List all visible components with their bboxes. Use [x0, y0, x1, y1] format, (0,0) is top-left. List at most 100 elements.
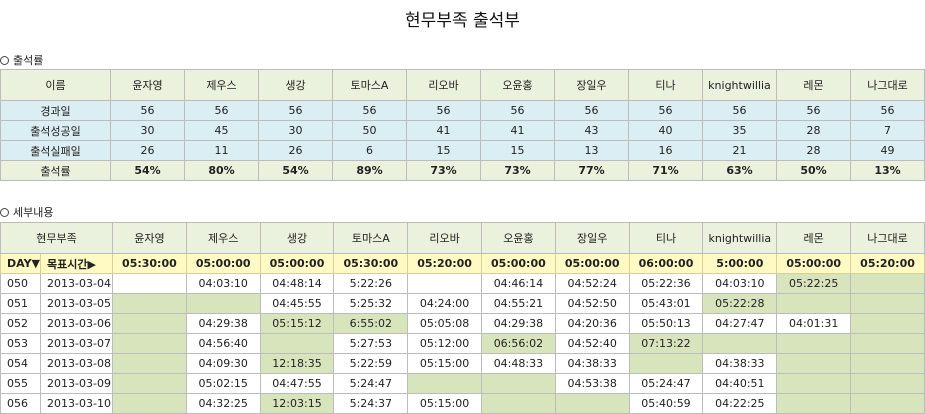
target-time-cell: 5:00:00 — [702, 253, 778, 274]
summary-row-label: 출석성공일 — [0, 120, 111, 141]
check-in-time-cell: 04:29:38 — [481, 313, 556, 334]
check-in-time-cell — [407, 373, 482, 394]
date-cell: 2013-03-08 — [40, 353, 114, 374]
check-in-time-cell — [850, 293, 925, 314]
check-in-time-cell: 04:03:10 — [702, 273, 778, 294]
summary-row: 출석성공일 30 45 30 50 41 41 43 40 35 28 7 — [0, 120, 925, 141]
summary-cell: 56 — [776, 100, 851, 121]
summary-cell: 73% — [406, 160, 481, 181]
target-time-cell: 05:00:00 — [554, 253, 630, 274]
check-in-time-cell — [850, 373, 925, 394]
detail-row: 052 2013-03-06 04:29:38 05:15:12 6:55:02 05:0… — [0, 313, 925, 334]
summary-cell: 13% — [850, 160, 925, 181]
summary-row: 출석률 54% 80% 54% 89% 73% 73% 77% 71% 63% 50% 13% — [0, 160, 925, 181]
check-in-time-cell: 04:09:30 — [185, 353, 261, 374]
check-in-time-cell: 04:01:31 — [776, 313, 852, 334]
check-in-time-cell: 04:53:38 — [554, 373, 630, 394]
check-in-time-cell: 07:13:22 — [628, 333, 704, 354]
check-in-time-cell: 04:47:55 — [259, 373, 335, 394]
check-in-time-cell: 5:22:26 — [333, 273, 409, 294]
target-time-cell: 05:30:00 — [112, 253, 187, 274]
member-name-header: 리오바 — [407, 222, 482, 254]
summary-header-row: 이름 윤자영 제우스 생강 토마스A 리오바 오윤홍 장일우 티나 knightwillia 레몬 나… — [0, 69, 925, 101]
member-name-header: 제우스 — [185, 222, 261, 254]
summary-cell: 56 — [258, 100, 333, 121]
member-name-header: knightwillia — [702, 222, 778, 254]
detail-tribe-header: 현무부족 — [0, 222, 114, 254]
summary-cell: 28 — [776, 120, 851, 141]
check-in-time-cell: 05:12:00 — [407, 333, 482, 354]
check-in-time-cell: 04:03:10 — [185, 273, 261, 294]
summary-cell: 40 — [628, 120, 703, 141]
day-number-cell: 051 — [0, 293, 42, 314]
member-name-header: 레몬 — [776, 222, 852, 254]
summary-cell: 56 — [628, 100, 703, 121]
member-name-header: 오윤홍 — [481, 222, 556, 254]
check-in-time-cell: 05:22:25 — [776, 273, 852, 294]
date-cell: 2013-03-07 — [40, 333, 114, 354]
check-in-time-cell — [112, 293, 187, 314]
check-in-time-cell: 04:56:40 — [185, 333, 261, 354]
check-in-time-cell — [112, 353, 187, 374]
check-in-time-cell: 5:25:32 — [333, 293, 409, 314]
check-in-time-cell — [112, 313, 187, 334]
check-in-time-cell — [628, 353, 704, 374]
detail-row: 050 2013-03-04 04:03:10 04:48:14 5:22:26 04:4… — [0, 273, 925, 294]
check-in-time-cell: 04:48:33 — [481, 353, 556, 374]
day-number-cell: 050 — [0, 273, 42, 294]
member-name-header: 제우스 — [184, 69, 259, 101]
check-in-time-cell: 04:45:55 — [259, 293, 335, 314]
check-in-time-cell: 5:24:47 — [333, 373, 409, 394]
summary-cell: 89% — [332, 160, 407, 181]
summary-cell: 56 — [702, 100, 777, 121]
check-in-time-cell — [185, 293, 261, 314]
summary-cell: 30 — [258, 120, 333, 141]
summary-cell: 49 — [850, 140, 925, 161]
check-in-time-cell — [776, 353, 852, 374]
check-in-time-cell: 04:38:33 — [554, 353, 630, 374]
member-name-header: knightwillia — [702, 69, 777, 101]
check-in-time-cell: 04:55:21 — [481, 293, 556, 314]
detail-row: 054 2013-03-08 04:09:30 12:18:35 5:22:59 05:1… — [0, 353, 925, 374]
member-name-header: 나그대로 — [850, 222, 925, 254]
check-in-time-cell: 6:55:02 — [333, 313, 409, 334]
section-detail-label: 세부내용 — [13, 206, 54, 219]
day-sort-label[interactable]: DAY▼ — [0, 253, 42, 274]
detail-row: 053 2013-03-07 04:56:40 5:27:53 05:12:00 06:5… — [0, 333, 925, 354]
summary-cell: 50 — [332, 120, 407, 141]
date-cell: 2013-03-04 — [40, 273, 114, 294]
summary-row: 경과일 56 56 56 56 56 56 56 56 56 56 56 — [0, 100, 925, 121]
summary-cell: 26 — [258, 140, 333, 161]
section-attendance-label: 출석률 — [13, 54, 44, 67]
member-name-header: 장일우 — [554, 222, 630, 254]
check-in-time-cell: 05:22:28 — [702, 293, 778, 314]
summary-cell: 80% — [184, 160, 259, 181]
summary-cell: 45 — [184, 120, 259, 141]
summary-cell: 56 — [480, 100, 555, 121]
check-in-time-cell: 5:22:59 — [333, 353, 409, 374]
member-name-header: 오윤홍 — [480, 69, 555, 101]
member-name-header: 생강 — [259, 222, 335, 254]
target-time-row: DAY▼ 목표시간▶ 05:30:00 05:00:00 05:00:00 05:30:0… — [0, 253, 925, 274]
summary-cell: 56 — [554, 100, 629, 121]
day-number-cell: 052 — [0, 313, 42, 334]
summary-row-label: 출석률 — [0, 160, 111, 181]
check-in-time-cell — [112, 273, 187, 294]
summary-cell: 41 — [406, 120, 481, 141]
check-in-time-cell: 5:27:53 — [333, 333, 409, 354]
check-in-time-cell: 05:24:47 — [628, 373, 704, 394]
check-in-time-cell: 04:52:50 — [554, 293, 630, 314]
attendance-summary-table: 이름 윤자영 제우스 생강 토마스A 리오바 오윤홍 장일우 티나 knightwillia 레몬 나… — [0, 69, 925, 181]
summary-cell: 56 — [110, 100, 185, 121]
check-in-time-cell — [776, 373, 852, 394]
summary-cell: 63% — [702, 160, 777, 181]
check-in-time-cell — [259, 333, 335, 354]
summary-cell: 56 — [332, 100, 407, 121]
summary-row-label: 경과일 — [0, 100, 111, 121]
summary-cell: 15 — [406, 140, 481, 161]
check-in-time-cell: 05:02:15 — [185, 373, 261, 394]
summary-cell: 56 — [184, 100, 259, 121]
summary-cell: 26 — [110, 140, 185, 161]
check-in-time-cell: 05:15:12 — [259, 313, 335, 334]
member-name-header: 티나 — [628, 69, 703, 101]
